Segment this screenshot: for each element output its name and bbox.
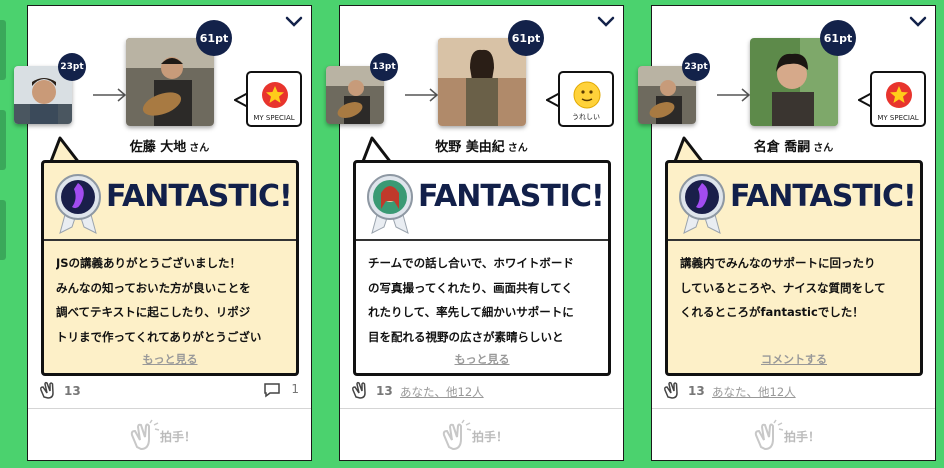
applause-hands-icon	[442, 419, 472, 451]
applaud-button[interactable]: 拍手！	[652, 408, 935, 460]
award-title: FANTASTIC!	[730, 179, 917, 214]
praise-message: チームでの話し合いで、ホワイトボード の写真撮ってくれたり、画面共有してく れた…	[368, 256, 574, 344]
reactions-row: 13 1	[38, 381, 301, 401]
clap-users-link[interactable]: あなた、他12人	[712, 384, 796, 400]
star-icon	[886, 82, 912, 108]
praise-message: JSの講義ありがとうございました！ みんなの知っておいた方が良いことを 調べてテ…	[56, 256, 262, 344]
side-tab	[0, 20, 6, 80]
comment-icon[interactable]	[263, 382, 281, 398]
stamp-label: うれしい	[572, 113, 600, 121]
applaud-button[interactable]: 拍手！	[340, 408, 623, 460]
sender-points-badge: 23pt	[58, 53, 86, 81]
applaud-button[interactable]: 拍手！	[28, 408, 311, 460]
receiver-points-badge: 61pt	[508, 20, 544, 56]
arrow-right-icon	[93, 88, 127, 102]
receiver-name-text: 佐藤 大地	[129, 140, 187, 155]
purple-medal-icon	[55, 174, 101, 234]
see-more-link[interactable]: もっと見る	[356, 351, 608, 367]
praise-bubble: FANTASTIC! JSの講義ありがとうございました！ みんなの知っておいた方…	[41, 160, 299, 376]
applaud-label: 拍手！	[784, 430, 821, 444]
clap-count: 13	[64, 384, 81, 398]
comment-count: 1	[291, 382, 299, 396]
award-title: FANTASTIC!	[106, 179, 293, 214]
purple-medal-icon	[679, 174, 725, 234]
stamp[interactable]: MY SPECIAL	[246, 71, 302, 127]
chevron-down-icon[interactable]	[285, 16, 303, 28]
stamp[interactable]: うれしい	[558, 71, 614, 127]
comment-link[interactable]: コメントする	[668, 351, 920, 367]
clap-count: 13	[688, 384, 705, 398]
praise-card: 23pt 61pt MY SPECIAL 名倉 喬嗣 さん FANTASTIC! …	[638, 5, 936, 461]
praise-bubble: FANTASTIC! チームでの話し合いで、ホワイトボード の写真撮ってくれたり…	[353, 160, 611, 376]
smile-icon	[573, 81, 601, 109]
applause-hands-icon	[754, 419, 784, 451]
clap-icon[interactable]	[38, 381, 58, 399]
green-medal-icon	[367, 174, 413, 234]
applaud-label: 拍手！	[160, 430, 197, 444]
clap-users-link[interactable]: あなた、他12人	[400, 384, 484, 400]
clap-icon[interactable]	[350, 381, 370, 399]
honorific: さん	[813, 143, 834, 154]
award-title: FANTASTIC!	[418, 179, 605, 214]
praise-card: 23pt 61pt MY SPECIAL 佐藤 大地 さん FANTASTIC! …	[14, 5, 312, 461]
stamp-label: MY SPECIAL	[877, 114, 919, 122]
side-tab	[0, 200, 6, 260]
chevron-down-icon[interactable]	[909, 16, 927, 28]
star-icon	[262, 82, 288, 108]
receiver-points-badge: 61pt	[820, 20, 856, 56]
divider	[668, 239, 920, 241]
arrow-right-icon	[717, 88, 751, 102]
receiver-points-badge: 61pt	[196, 20, 232, 56]
honorific: さん	[507, 143, 528, 154]
reactions-row: 13 あなた、他12人	[662, 381, 925, 401]
arrow-right-icon	[405, 88, 439, 102]
divider	[44, 239, 296, 241]
sender-points-badge: 23pt	[682, 53, 710, 81]
receiver-name-text: 名倉 喬嗣	[753, 140, 811, 155]
stamp[interactable]: MY SPECIAL	[870, 71, 926, 127]
chevron-down-icon[interactable]	[597, 16, 615, 28]
sender-points-badge: 13pt	[370, 53, 398, 81]
clap-icon[interactable]	[662, 381, 682, 399]
praise-bubble: FANTASTIC! 講義内でみんなのサポートに回ったり しているところや、ナイ…	[665, 160, 923, 376]
divider	[356, 239, 608, 241]
honorific: さん	[189, 143, 210, 154]
side-tab	[0, 110, 6, 170]
applaud-label: 拍手！	[472, 430, 509, 444]
applause-hands-icon	[130, 419, 160, 451]
receiver-name-text: 牧野 美由紀	[435, 140, 505, 155]
stamp-label: MY SPECIAL	[253, 114, 295, 122]
reactions-row: 13 あなた、他12人	[350, 381, 613, 401]
see-more-link[interactable]: もっと見る	[44, 351, 296, 367]
clap-count: 13	[376, 384, 393, 398]
praise-message: 講義内でみんなのサポートに回ったり しているところや、ナイスな質問をして くれる…	[680, 256, 886, 319]
praise-card: 13pt 61pt うれしい 牧野 美由紀 さん FANTASTIC! チームでの…	[326, 5, 624, 461]
